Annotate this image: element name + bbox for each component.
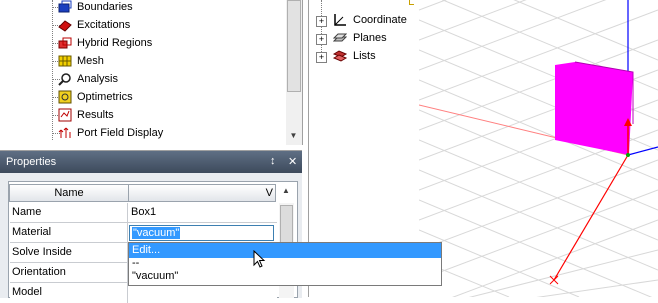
tree-item-label: Excitations — [77, 19, 131, 31]
analysis-icon — [58, 72, 72, 86]
option-label: Edit... — [132, 244, 161, 256]
port-field-display-icon — [58, 126, 72, 140]
results-icon — [58, 108, 72, 122]
tree-line — [52, 0, 53, 140]
x-axis-tip-icon — [549, 275, 559, 285]
property-key: Model — [12, 286, 42, 298]
mouse-cursor-icon — [253, 249, 267, 270]
tree-item-label: Boundaries — [77, 1, 133, 13]
property-row-material[interactable]: Material "vacuum" — [10, 223, 277, 243]
material-selected-value: "vacuum" — [132, 227, 181, 239]
tree-item-analysis[interactable]: Analysis — [58, 70, 118, 88]
panel-title: Properties — [6, 156, 57, 168]
column-header-name[interactable]: Name — [9, 184, 129, 202]
tree-item-port-field-display[interactable]: Port Field Display — [58, 124, 163, 142]
column-header-label: Name — [54, 187, 84, 199]
scrollbar-thumb[interactable] — [287, 0, 301, 92]
column-header-value[interactable]: V — [128, 184, 276, 202]
material-dropdown-list[interactable]: Edit... -- "vacuum" — [128, 242, 442, 286]
tree-item-lists[interactable]: Lists — [332, 49, 376, 63]
properties-title-bar: Properties ↕ ✕ — [0, 151, 302, 173]
tree-item-label: Lists — [353, 50, 376, 62]
tree-item-planes[interactable]: Planes — [332, 31, 387, 45]
coordinate-system-icon — [333, 13, 347, 27]
box1-shape — [555, 62, 633, 155]
tree-item-results[interactable]: Results — [58, 106, 114, 124]
tree-item-boundaries[interactable]: Boundaries — [58, 0, 133, 16]
optimetrics-icon — [58, 90, 72, 104]
tree-item-label: Analysis — [77, 73, 118, 85]
z-axis-line — [627, 146, 658, 156]
property-key: Material — [12, 226, 52, 238]
close-icon[interactable]: ✕ — [288, 155, 297, 168]
3d-modeler-viewport[interactable] — [419, 0, 658, 297]
scrollbar-thumb[interactable] — [280, 205, 293, 245]
option-label: -- — [132, 257, 140, 269]
viewport-canvas[interactable] — [419, 0, 658, 297]
pin-icon[interactable]: ↕ — [270, 155, 276, 167]
property-key: Solve Inside — [12, 246, 72, 258]
hybrid-regions-icon — [58, 36, 72, 50]
tree-item-hybrid-regions[interactable]: Hybrid Regions — [58, 34, 152, 52]
excitations-icon — [58, 18, 72, 32]
row-divider — [127, 203, 128, 223]
project-tree: Boundaries Excitations Hybrid Regions Me… — [0, 0, 303, 145]
tree-line — [321, 0, 322, 60]
tree-scrollbar[interactable]: ▼ — [286, 0, 302, 145]
tree-item-optimetrics[interactable]: Optimetrics — [58, 88, 133, 106]
dropdown-option-vacuum[interactable]: "vacuum" — [132, 270, 432, 282]
origin-point — [626, 153, 630, 157]
property-row-name[interactable]: Name Box1 — [10, 203, 277, 223]
option-label: "vacuum" — [132, 270, 179, 282]
tree-item-label: Hybrid Regions — [77, 37, 153, 49]
dropdown-option-separator: -- — [132, 257, 139, 269]
tree-line — [409, 0, 414, 5]
column-header-label: V — [265, 187, 273, 199]
property-key: Orientation — [12, 266, 66, 278]
property-key: Name — [12, 206, 42, 218]
tree-item-label: Planes — [353, 32, 387, 44]
tree-item-label: Results — [77, 109, 114, 121]
row-divider — [127, 223, 128, 243]
expand-icon[interactable]: + — [316, 16, 327, 27]
material-select[interactable]: "vacuum" — [129, 225, 274, 241]
tree-item-excitations[interactable]: Excitations — [58, 16, 130, 34]
expand-icon[interactable]: + — [316, 34, 327, 45]
lists-icon — [332, 49, 348, 63]
scroll-down-icon[interactable]: ▼ — [286, 128, 301, 143]
tree-item-label: Coordinate — [353, 14, 407, 26]
row-divider — [127, 283, 128, 303]
planes-icon — [332, 31, 348, 45]
expand-icon[interactable]: + — [316, 52, 327, 63]
scroll-up-icon[interactable]: ▲ — [282, 186, 290, 195]
tree-item-mesh[interactable]: Mesh — [58, 52, 104, 70]
property-value[interactable]: Box1 — [131, 206, 156, 218]
dropdown-option-edit[interactable]: Edit... — [129, 243, 441, 258]
tree-item-coordinate[interactable]: Coordinate — [333, 13, 407, 27]
boundaries-icon — [58, 0, 72, 14]
x-axis-arrow — [553, 154, 629, 281]
tree-item-label: Mesh — [77, 55, 104, 67]
tree-item-label: Port Field Display — [77, 127, 164, 139]
tree-item-label: Optimetrics — [77, 91, 133, 103]
mesh-icon — [58, 54, 72, 68]
